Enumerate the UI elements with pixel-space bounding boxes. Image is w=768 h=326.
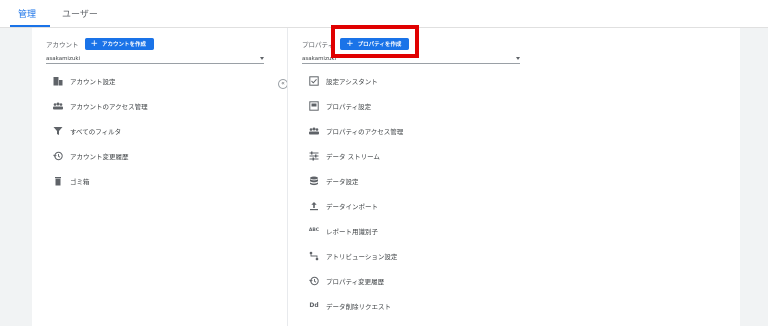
menu-item-trash[interactable]: ゴミ箱 <box>32 168 280 193</box>
menu-item-account-history[interactable]: アカウント変更履歴 <box>32 143 280 168</box>
checkbox-icon <box>308 75 320 87</box>
menu-item-label: プロパティ設定 <box>326 102 372 111</box>
streams-icon <box>308 150 320 162</box>
building-icon <box>52 75 64 87</box>
admin-panel: アカウント + アカウントを作成 asakamizuki アカウント設定 アカウ… <box>32 28 740 326</box>
menu-item-attribution-settings[interactable]: アトリビューション設定 <box>288 243 740 268</box>
create-account-button[interactable]: + アカウントを作成 <box>84 38 155 50</box>
menu-item-property-history[interactable]: プロパティ変更履歴 <box>288 268 740 293</box>
menu-item-data-deletion[interactable]: Dd データ削除リクエスト <box>288 293 740 318</box>
trash-icon <box>52 175 64 187</box>
history-icon <box>308 275 320 287</box>
account-column: アカウント + アカウントを作成 asakamizuki アカウント設定 アカウ… <box>32 28 280 326</box>
menu-item-property-access[interactable]: プロパティのアクセス管理 <box>288 118 740 143</box>
menu-item-label: ゴミ箱 <box>70 177 90 186</box>
menu-item-property-settings[interactable]: プロパティ設定 <box>288 93 740 118</box>
menu-item-account-settings[interactable]: アカウント設定 <box>32 68 280 93</box>
create-account-button-label: アカウントを作成 <box>102 42 147 48</box>
menu-item-setup-assistant[interactable]: 設定アシスタント <box>288 68 740 93</box>
menu-item-label: 設定アシスタント <box>326 77 378 86</box>
dropdown-caret-icon <box>516 57 520 60</box>
menu-item-label: すべてのフィルタ <box>70 127 122 136</box>
active-tab-indicator <box>10 25 50 27</box>
menu-item-label: データ設定 <box>326 177 359 186</box>
people-icon <box>308 125 320 137</box>
tab-bar: 管理 ユーザー <box>0 0 768 28</box>
attribution-icon <box>308 250 320 262</box>
account-selector[interactable]: asakamizuki <box>46 54 264 64</box>
menu-item-data-import[interactable]: データインポート <box>288 193 740 218</box>
menu-item-label: プロパティ変更履歴 <box>326 277 385 286</box>
dd-icon: Dd <box>309 302 319 309</box>
dropdown-caret-icon <box>260 57 264 60</box>
menu-item-label: プロパティのアクセス管理 <box>326 127 404 136</box>
property-label: プロパティ <box>302 41 335 49</box>
menu-item-reporting-identity[interactable]: ABC レポート用識別子 <box>288 218 740 243</box>
menu-item-label: レポート用識別子 <box>326 227 378 236</box>
menu-item-all-filters[interactable]: すべてのフィルタ <box>32 118 280 143</box>
account-selector-value: asakamizuki <box>46 55 81 62</box>
property-column: プロパティ + プロパティを作成 asakamizuki 設定アシスタント プロ… <box>287 28 740 326</box>
menu-item-data-streams[interactable]: データ ストリーム <box>288 143 740 168</box>
account-menu: アカウント設定 アカウントのアクセス管理 すべてのフィルタ アカウント変更履歴 <box>32 68 280 193</box>
menu-item-data-settings[interactable]: データ設定 <box>288 168 740 193</box>
upload-icon <box>308 200 320 212</box>
tab-admin[interactable]: 管理 <box>18 7 36 20</box>
menu-item-label: アカウント変更履歴 <box>70 152 129 161</box>
account-header: アカウント + アカウントを作成 <box>46 38 155 50</box>
filter-icon <box>52 125 64 137</box>
tab-users[interactable]: ユーザー <box>62 7 98 20</box>
menu-item-label: データ削除リクエスト <box>326 302 391 311</box>
account-label: アカウント <box>46 41 79 49</box>
highlight-box <box>331 25 419 58</box>
document-icon <box>308 100 320 112</box>
menu-item-account-access[interactable]: アカウントのアクセス管理 <box>32 93 280 118</box>
history-icon <box>52 150 64 162</box>
menu-item-label: アカウント設定 <box>70 77 116 86</box>
menu-item-label: データ ストリーム <box>326 152 380 161</box>
menu-item-label: データインポート <box>326 202 378 211</box>
menu-item-label: アカウントのアクセス管理 <box>70 102 148 111</box>
people-icon <box>52 100 64 112</box>
database-icon <box>308 175 320 187</box>
identifier-icon: ABC <box>308 228 320 233</box>
plus-icon: + <box>90 39 99 49</box>
menu-item-label: アトリビューション設定 <box>326 252 398 261</box>
property-menu: 設定アシスタント プロパティ設定 プロパティのアクセス管理 データ ストリーム <box>288 68 740 318</box>
